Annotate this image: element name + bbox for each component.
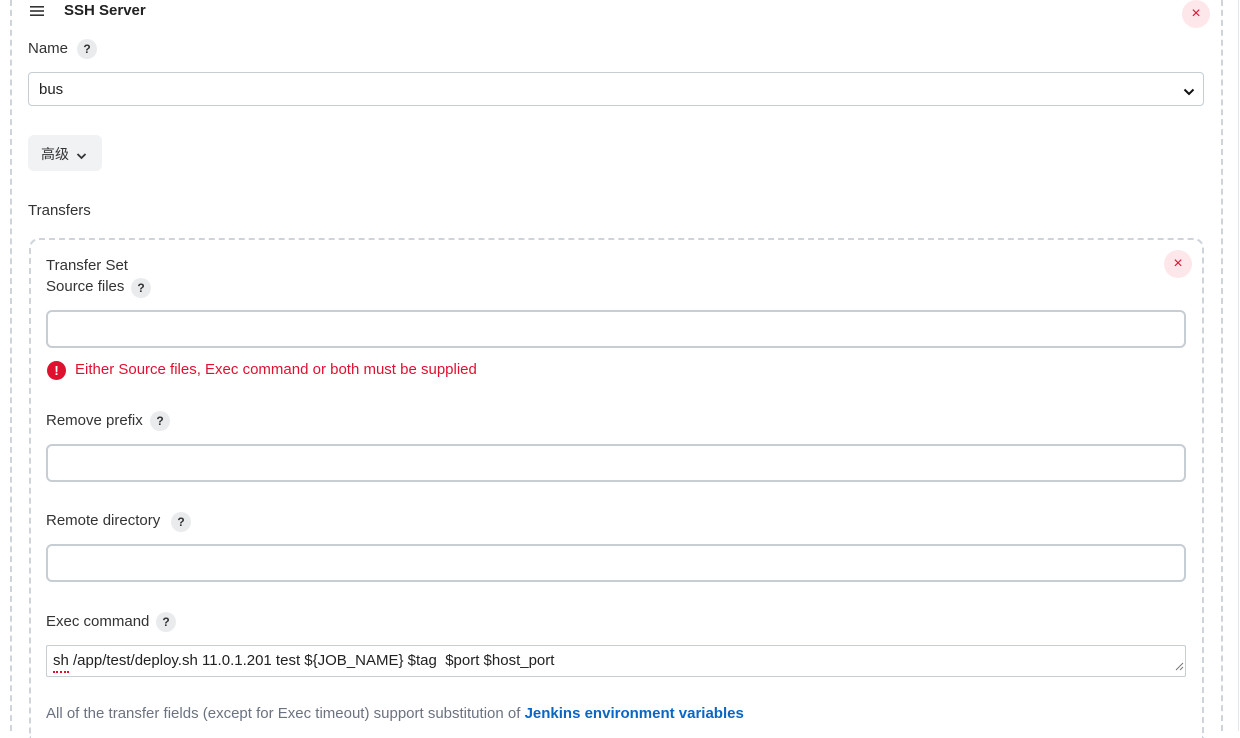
remote-directory-input[interactable] xyxy=(46,544,1186,582)
outer-border-right xyxy=(1221,0,1223,731)
transfers-label: Transfers xyxy=(28,202,91,219)
advanced-button[interactable]: 高级 xyxy=(28,135,102,171)
section-title: SSH Server xyxy=(64,2,146,19)
error-icon: ! xyxy=(47,361,66,380)
remove-prefix-label: Remove prefix xyxy=(46,412,143,429)
page-edge xyxy=(1238,0,1239,731)
remove-prefix-input[interactable] xyxy=(46,444,1186,482)
exec-command-textarea[interactable]: sh /app/test/deploy.sh 11.0.1.201 test $… xyxy=(46,645,1186,677)
exec-command-value: sh /app/test/deploy.sh 11.0.1.201 test $… xyxy=(53,652,555,669)
resize-handle-icon[interactable] xyxy=(1174,658,1184,675)
remove-prefix-help-icon[interactable]: ? xyxy=(150,411,170,431)
remove-transfer-set-button[interactable]: × xyxy=(1164,250,1192,278)
transfer-fields-note: All of the transfer fields (except for E… xyxy=(46,705,744,722)
exec-command-help-icon[interactable]: ? xyxy=(156,612,176,632)
note-text: All of the transfer fields (except for E… xyxy=(46,705,525,722)
error-icon-glyph: ! xyxy=(54,363,59,378)
name-select[interactable]: bus xyxy=(28,72,1204,106)
exec-command-label: Exec command xyxy=(46,613,150,630)
chevron-down-icon xyxy=(76,148,87,165)
name-label: Name xyxy=(28,40,69,57)
name-select-value: bus xyxy=(39,81,64,98)
source-files-help-icon[interactable]: ? xyxy=(131,278,151,298)
drag-handle-icon[interactable] xyxy=(29,4,45,18)
name-help-icon[interactable]: ? xyxy=(77,39,97,59)
error-message: Either Source files, Exec command or bot… xyxy=(75,361,477,378)
jenkins-env-vars-link[interactable]: Jenkins environment variables xyxy=(525,705,744,722)
source-files-label: Source files xyxy=(46,278,125,295)
remove-server-button[interactable]: × xyxy=(1182,0,1210,28)
close-icon: × xyxy=(1173,255,1183,272)
remote-directory-label: Remote directory xyxy=(46,512,161,529)
source-files-input[interactable] xyxy=(46,310,1186,348)
advanced-label: 高级 xyxy=(41,146,69,162)
close-icon: × xyxy=(1191,5,1201,22)
chevron-down-icon xyxy=(1183,84,1195,101)
remote-directory-help-icon[interactable]: ? xyxy=(171,512,191,532)
transfer-set-title: Transfer Set xyxy=(46,257,128,274)
spellcheck-underline xyxy=(53,670,69,673)
outer-border-left xyxy=(10,0,12,731)
